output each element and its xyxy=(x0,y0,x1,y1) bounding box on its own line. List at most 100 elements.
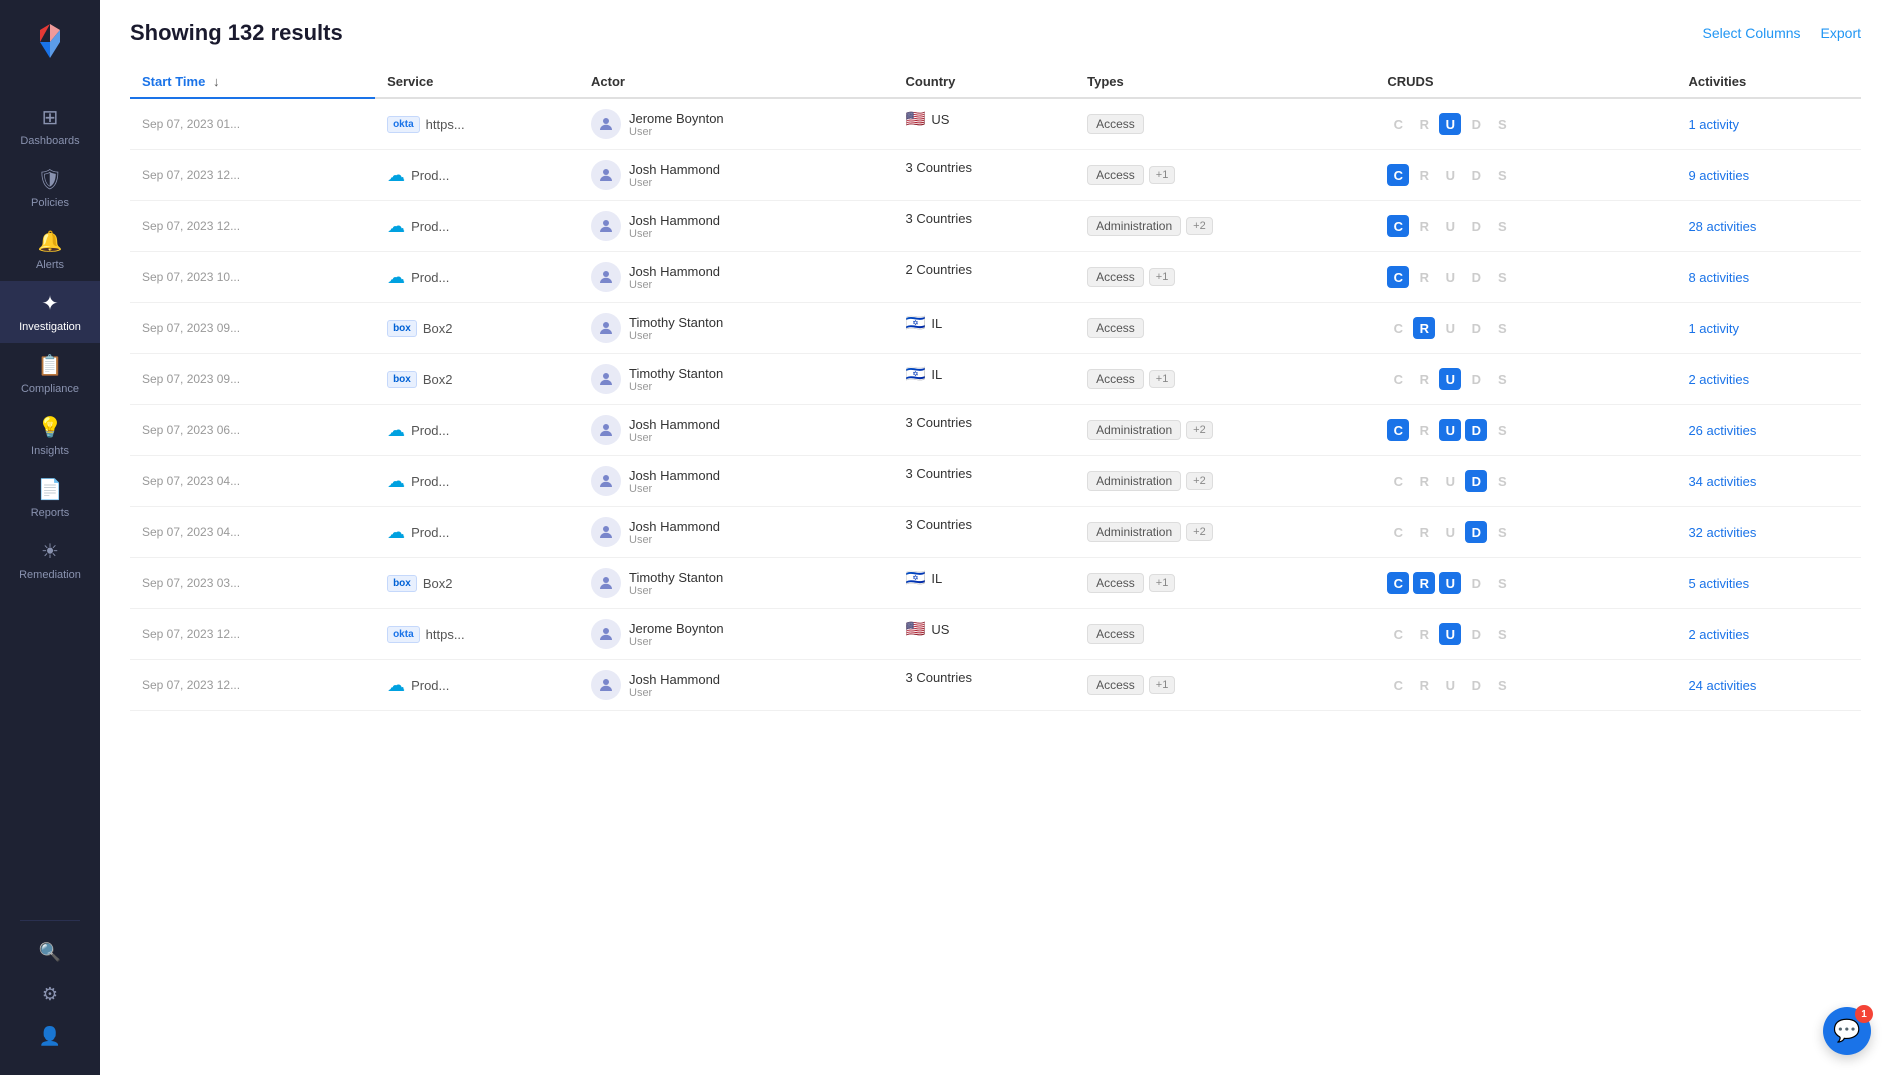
activities-cell[interactable]: 9 activities xyxy=(1676,150,1861,201)
actor-role: User xyxy=(629,126,724,138)
chat-button[interactable]: 💬 1 xyxy=(1823,1007,1871,1055)
table-row: Sep 07, 2023 09... box Box2 Timothy Stan… xyxy=(130,354,1861,405)
crud-d: D xyxy=(1465,521,1487,543)
crud-s: S xyxy=(1491,521,1513,543)
profile-icon: 👤 xyxy=(39,1026,61,1047)
cruds-cell: CRUDS xyxy=(1375,354,1676,405)
actor-cell: Josh Hammond User xyxy=(579,201,893,252)
activities-cell[interactable]: 8 activities xyxy=(1676,252,1861,303)
flag-icon: 🇮🇱 xyxy=(905,568,925,588)
sidebar-item-label: Compliance xyxy=(21,383,79,395)
dashboards-icon: ⊞ xyxy=(42,105,59,130)
crud-r: R xyxy=(1413,521,1435,543)
col-start-time[interactable]: Start Time ↓ xyxy=(130,66,375,98)
flag-icon: 🇮🇱 xyxy=(905,364,925,384)
sidebar-item-insights[interactable]: 💡 Insights xyxy=(0,405,100,467)
cruds-cell: CRUDS xyxy=(1375,609,1676,660)
export-button[interactable]: Export xyxy=(1821,25,1861,41)
sidebar-item-policies[interactable]: 🛡 Policies xyxy=(0,157,100,219)
main-content: Showing 132 results Select Columns Expor… xyxy=(100,0,1891,1075)
sidebar-item-investigation[interactable]: ✦ Investigation xyxy=(0,281,100,343)
crud-u: U xyxy=(1439,113,1461,135)
country-cell: 3 Countries xyxy=(893,456,1075,491)
sidebar-item-alerts[interactable]: 🔔 Alerts xyxy=(0,219,100,281)
chat-badge: 1 xyxy=(1855,1005,1873,1023)
logo xyxy=(20,10,80,75)
table-row: Sep 07, 2023 12... ☁ Prod... Josh Hammon… xyxy=(130,150,1861,201)
sidebar-item-dashboards[interactable]: ⊞ Dashboards xyxy=(0,95,100,157)
sidebar-item-label: Insights xyxy=(31,445,69,457)
actor-name: Josh Hammond xyxy=(629,417,720,432)
sidebar-profile-button[interactable]: 👤 xyxy=(0,1018,100,1055)
sidebar-divider xyxy=(20,920,80,921)
crud-c: C xyxy=(1387,368,1409,390)
sidebar-settings-button[interactable]: ⚙ xyxy=(0,976,100,1013)
type-extra: +1 xyxy=(1149,574,1176,592)
activities-cell[interactable]: 5 activities xyxy=(1676,558,1861,609)
country-cell: 🇺🇸 US xyxy=(893,99,1075,139)
service-cell: okta https... xyxy=(375,609,579,660)
actor-role: User xyxy=(629,330,723,342)
types-cell: Administration+2 xyxy=(1075,456,1375,507)
table-row: Sep 07, 2023 04... ☁ Prod... Josh Hammon… xyxy=(130,456,1861,507)
activities-cell[interactable]: 24 activities xyxy=(1676,660,1861,711)
crud-d: D xyxy=(1465,623,1487,645)
types-cell: Access xyxy=(1075,609,1375,660)
actor-cell: Josh Hammond User xyxy=(579,660,893,711)
settings-icon: ⚙ xyxy=(42,984,58,1005)
type-extra: +2 xyxy=(1186,421,1213,439)
col-activities: Activities xyxy=(1676,66,1861,98)
select-columns-button[interactable]: Select Columns xyxy=(1702,25,1800,41)
activities-cell[interactable]: 34 activities xyxy=(1676,456,1861,507)
country-cell: 🇺🇸 US xyxy=(893,609,1075,649)
crud-s: S xyxy=(1491,266,1513,288)
activities-cell[interactable]: 2 activities xyxy=(1676,609,1861,660)
type-badge: Access xyxy=(1087,675,1144,695)
activities-cell[interactable]: 2 activities xyxy=(1676,354,1861,405)
activities-cell[interactable]: 32 activities xyxy=(1676,507,1861,558)
service-cell: ☁ Prod... xyxy=(375,507,579,558)
actor-avatar xyxy=(591,313,621,343)
cruds-cell: CRUDS xyxy=(1375,456,1676,507)
activities-cell[interactable]: 1 activity xyxy=(1676,98,1861,150)
service-cell: ☁ Prod... xyxy=(375,660,579,711)
crud-u: U xyxy=(1439,164,1461,186)
service-cell: ☁ Prod... xyxy=(375,150,579,201)
crud-s: S xyxy=(1491,572,1513,594)
sidebar-item-remediation[interactable]: ☀ Remediation xyxy=(0,529,100,591)
service-name: Prod... xyxy=(411,168,449,183)
start-time-cell: Sep 07, 2023 01... xyxy=(130,98,375,150)
flag-icon: 🇺🇸 xyxy=(905,619,925,639)
crud-c: C xyxy=(1387,572,1409,594)
sidebar-item-reports[interactable]: 📄 Reports xyxy=(0,467,100,529)
actor-avatar xyxy=(591,619,621,649)
actor-cell: Josh Hammond User xyxy=(579,507,893,558)
service-cell: ☁ Prod... xyxy=(375,405,579,456)
service-name: Prod... xyxy=(411,219,449,234)
crud-c: C xyxy=(1387,521,1409,543)
type-badge: Access xyxy=(1087,114,1144,134)
service-name: Prod... xyxy=(411,474,449,489)
actor-cell: Josh Hammond User xyxy=(579,456,893,507)
service-name: Box2 xyxy=(423,321,453,336)
country-cell: 3 Countries xyxy=(893,150,1075,185)
sidebar-item-compliance[interactable]: 📋 Compliance xyxy=(0,343,100,405)
crud-u: U xyxy=(1439,572,1461,594)
flag-icon: 🇺🇸 xyxy=(905,109,925,129)
actor-avatar xyxy=(591,670,621,700)
crud-u: U xyxy=(1439,470,1461,492)
types-cell: Administration+2 xyxy=(1075,507,1375,558)
chat-icon: 💬 xyxy=(1833,1018,1860,1044)
insights-icon: 💡 xyxy=(38,415,63,440)
activities-cell[interactable]: 1 activity xyxy=(1676,303,1861,354)
actor-name: Jerome Boynton xyxy=(629,621,724,636)
crud-s: S xyxy=(1491,674,1513,696)
cruds-cell: CRUDS xyxy=(1375,201,1676,252)
sidebar-search-button[interactable]: 🔍 xyxy=(0,934,100,971)
activities-cell[interactable]: 28 activities xyxy=(1676,201,1861,252)
crud-r: R xyxy=(1413,623,1435,645)
service-cell: okta https... xyxy=(375,98,579,150)
sidebar-bottom: 🔍 ⚙ 👤 xyxy=(0,912,100,1065)
actor-name: Josh Hammond xyxy=(629,672,720,687)
activities-cell[interactable]: 26 activities xyxy=(1676,405,1861,456)
